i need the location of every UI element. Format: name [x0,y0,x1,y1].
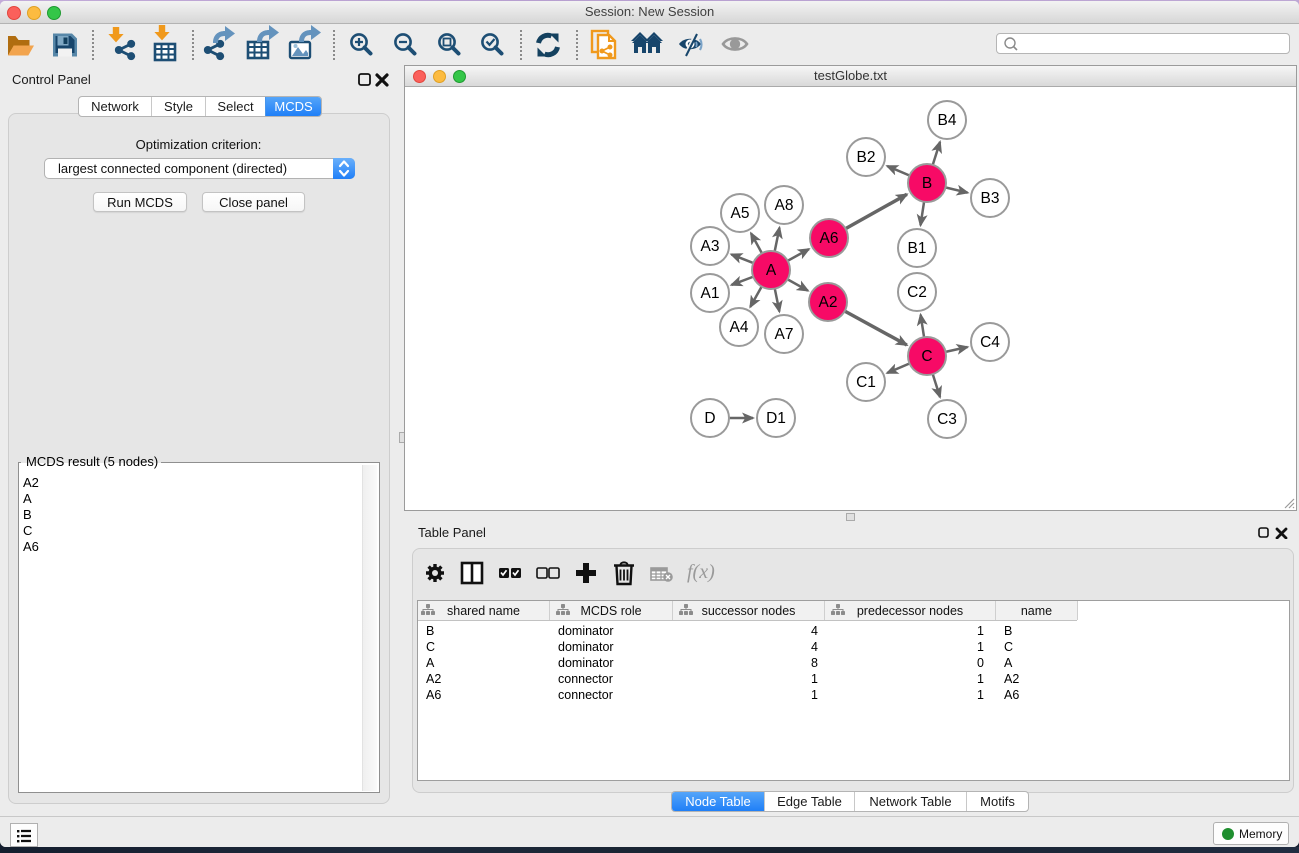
svg-text:B3: B3 [981,190,1000,207]
svg-text:C2: C2 [907,284,927,301]
svg-text:B4: B4 [938,112,957,129]
svg-text:B: B [922,175,932,192]
svg-text:C1: C1 [856,374,876,391]
svg-text:A8: A8 [775,197,794,214]
svg-text:D: D [704,410,715,427]
svg-text:A4: A4 [730,319,749,336]
svg-text:D1: D1 [766,410,786,427]
svg-text:A3: A3 [701,238,720,255]
svg-text:B2: B2 [857,149,876,166]
svg-text:C4: C4 [980,334,1000,351]
svg-text:A1: A1 [701,285,720,302]
svg-text:A6: A6 [820,230,839,247]
svg-text:A: A [766,262,777,279]
svg-text:B1: B1 [908,240,927,257]
svg-text:A7: A7 [775,326,794,343]
svg-text:A5: A5 [731,205,750,222]
svg-text:C: C [921,348,932,365]
svg-text:C3: C3 [937,411,957,428]
svg-text:A2: A2 [819,294,838,311]
